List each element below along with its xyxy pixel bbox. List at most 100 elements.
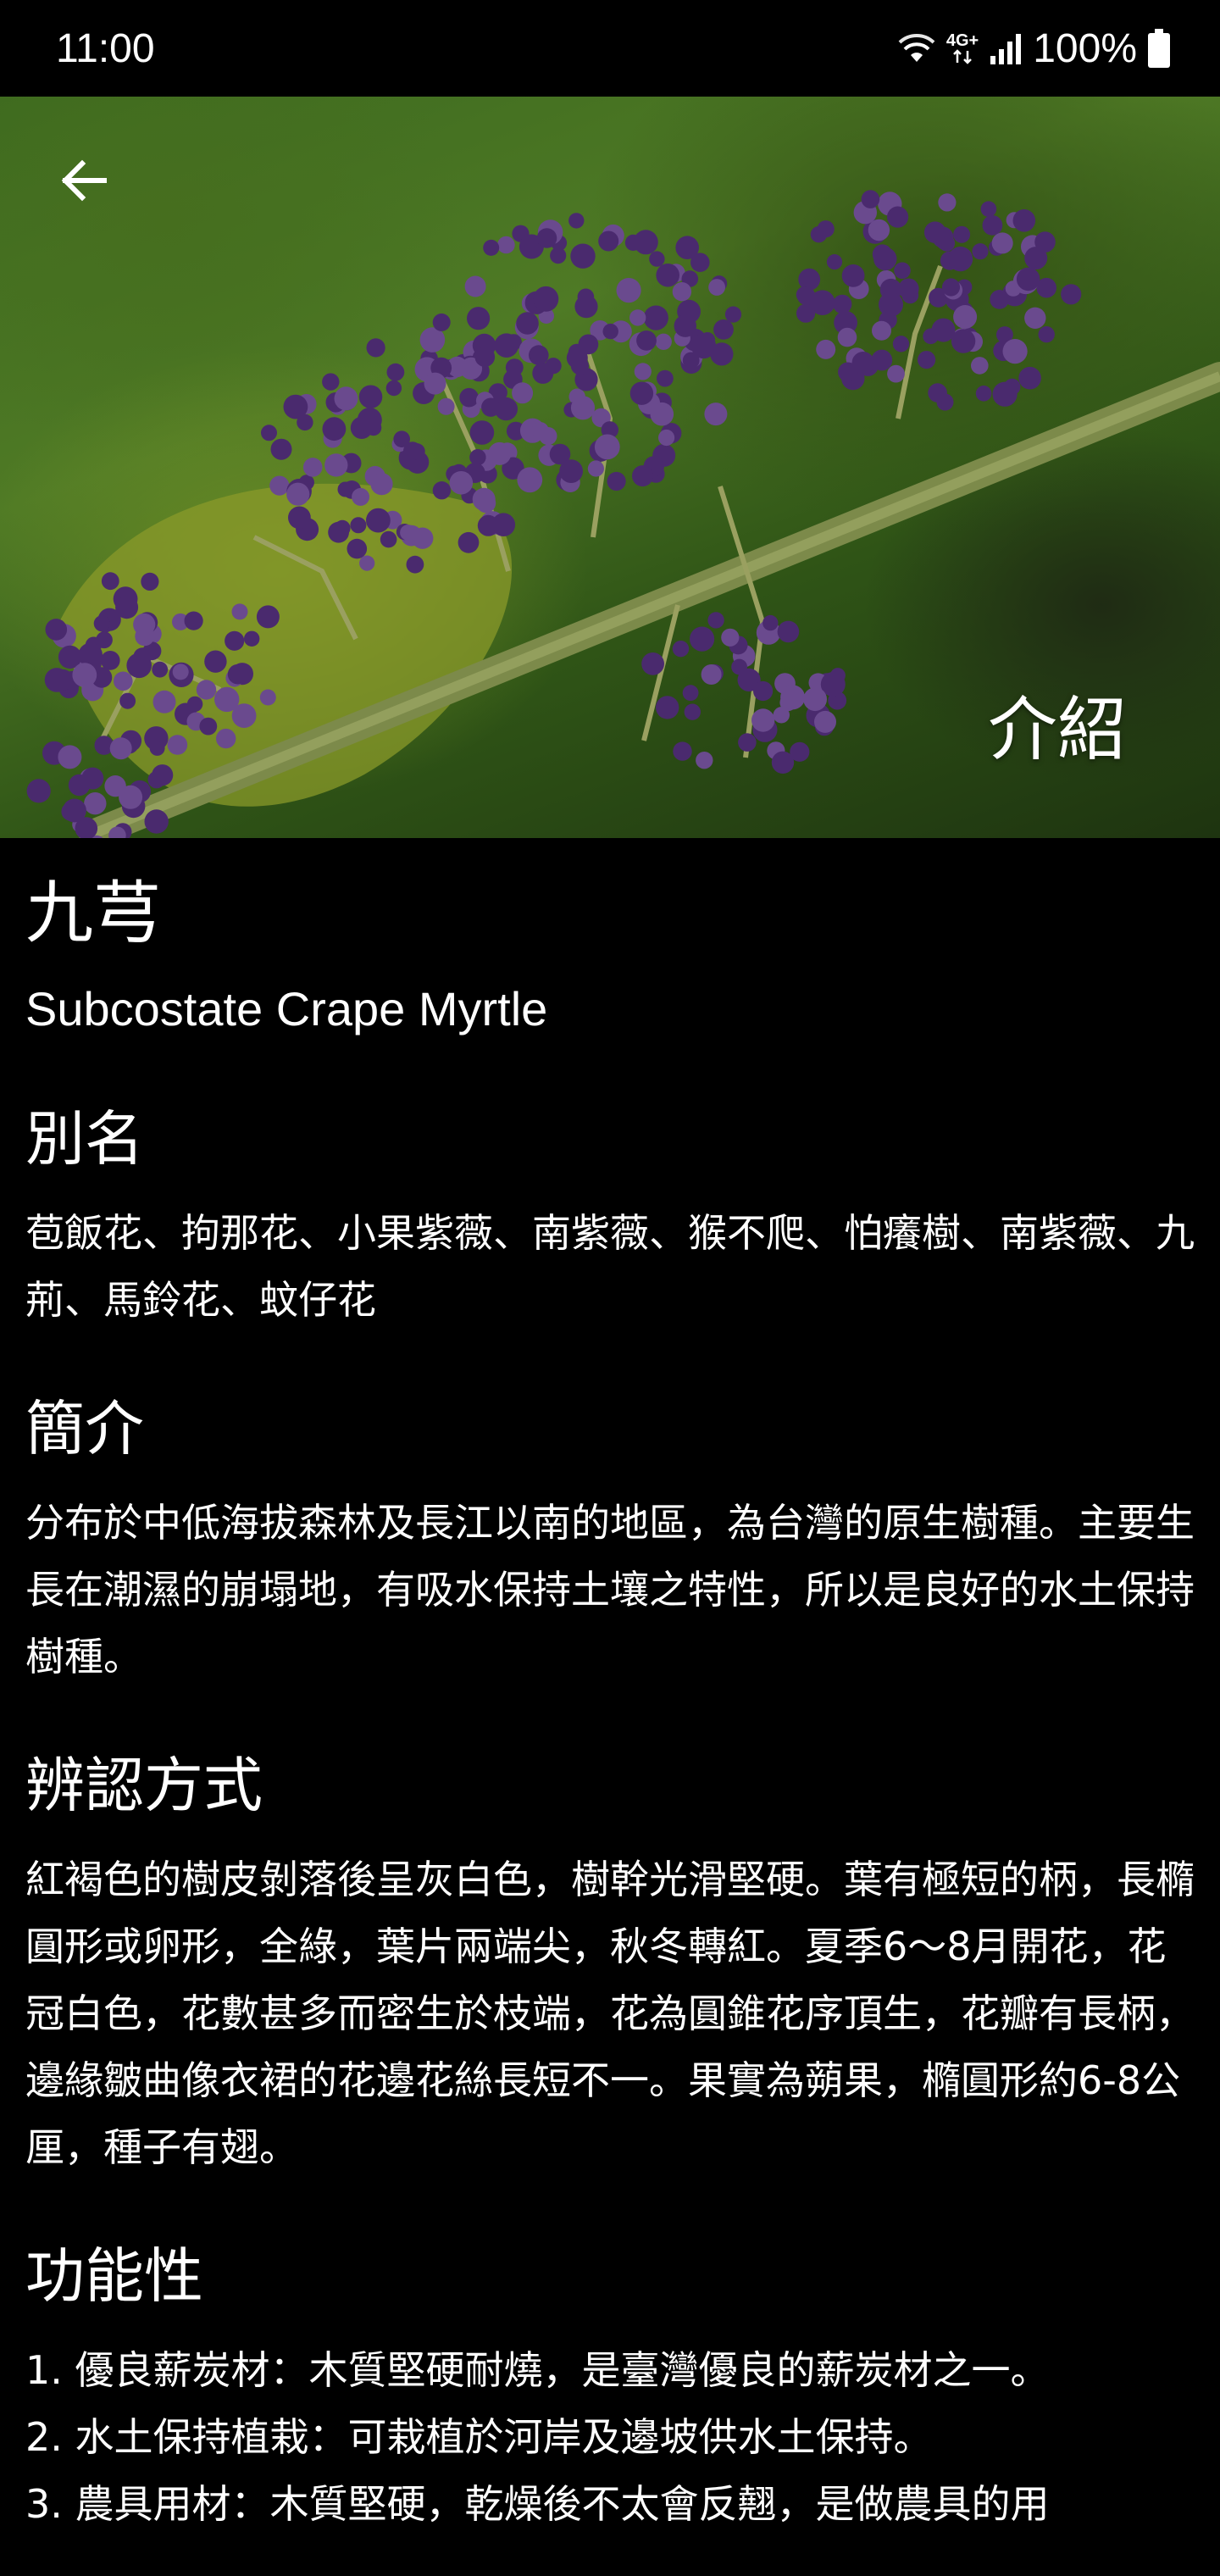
berry xyxy=(641,652,664,675)
berry xyxy=(459,387,479,408)
berry xyxy=(826,254,843,270)
berry xyxy=(225,630,245,651)
intro-title: 簡介 xyxy=(25,1394,144,1463)
berry xyxy=(366,338,385,358)
berry xyxy=(816,339,836,359)
berry xyxy=(841,264,865,287)
berry xyxy=(172,663,189,680)
arrow-left-icon xyxy=(61,159,107,202)
berry xyxy=(62,798,86,823)
berry xyxy=(72,663,97,687)
berry xyxy=(141,572,159,591)
berry xyxy=(861,190,880,208)
berry xyxy=(655,333,672,350)
wifi-icon xyxy=(898,34,935,62)
berry xyxy=(114,671,133,691)
berry xyxy=(633,230,658,255)
berry xyxy=(539,427,557,446)
berry xyxy=(658,429,675,447)
berry xyxy=(1061,284,1082,305)
berry xyxy=(629,381,654,405)
berry xyxy=(115,596,139,619)
berry xyxy=(458,531,480,553)
berry xyxy=(894,262,911,280)
berry xyxy=(196,680,217,700)
berry xyxy=(269,475,290,496)
berry xyxy=(948,247,973,272)
berry xyxy=(505,358,524,376)
berry xyxy=(704,402,728,426)
berry xyxy=(380,530,397,548)
berry xyxy=(216,728,236,749)
berry xyxy=(84,792,107,815)
berry xyxy=(1024,307,1046,329)
berry xyxy=(149,740,165,756)
berry xyxy=(632,465,653,487)
berry xyxy=(437,397,455,415)
berry xyxy=(721,628,740,647)
berry xyxy=(324,453,348,477)
berry xyxy=(144,809,169,834)
berry xyxy=(803,687,827,712)
berry xyxy=(602,323,618,340)
berry xyxy=(696,752,713,769)
berry xyxy=(256,605,280,629)
berry xyxy=(918,351,936,369)
berry xyxy=(488,441,512,465)
berry xyxy=(533,286,559,312)
berry xyxy=(231,703,257,728)
berry xyxy=(469,449,486,466)
berry xyxy=(1024,247,1048,270)
back-button[interactable] xyxy=(47,144,120,217)
function-item: 2. 水土保持植栽：可栽植於河岸及邊坡供水土保持。 xyxy=(25,2414,933,2460)
berry xyxy=(152,661,169,678)
identify-title: 辨認方式 xyxy=(25,1751,263,1820)
berry xyxy=(152,690,176,713)
berry xyxy=(980,201,997,217)
berry xyxy=(634,363,652,380)
berry xyxy=(227,663,248,685)
berry xyxy=(322,373,340,391)
berry xyxy=(992,381,1018,407)
berry xyxy=(771,751,795,774)
berry xyxy=(708,279,725,296)
signal-icon xyxy=(990,34,1022,64)
berry xyxy=(971,357,989,375)
berry xyxy=(574,295,598,319)
berry xyxy=(432,481,452,500)
page-title: 介紹 xyxy=(987,690,1127,770)
berry xyxy=(682,685,699,702)
network-indicator: 4G+ xyxy=(946,32,979,64)
berry xyxy=(288,506,311,530)
berry xyxy=(873,247,897,271)
berry xyxy=(777,620,800,643)
function-list: 1. 優良薪炭材：木質堅硬耐燒，是臺灣優良的薪炭材之一。 2. 水土保持植栽：可… xyxy=(25,2337,1203,2538)
berry xyxy=(738,733,757,752)
berry xyxy=(58,745,82,769)
berry xyxy=(481,397,501,417)
berry xyxy=(244,630,260,647)
berry xyxy=(494,333,519,358)
battery-icon xyxy=(1148,29,1170,68)
status-bar: 11:00 4G+ 100% xyxy=(0,0,1220,97)
berry xyxy=(898,278,919,299)
plant-english-name: Subcostate Crape Myrtle xyxy=(25,982,548,1035)
alias-body: 苞飯花、拘那花、小果紫薇、南紫薇、猴不爬、怕癢樹、南紫薇、九荊、馬鈴花、蚊仔花 xyxy=(25,1210,1195,1323)
berry xyxy=(684,703,701,720)
berry xyxy=(424,372,446,395)
berry xyxy=(483,239,500,256)
berry xyxy=(871,349,893,371)
berry xyxy=(991,232,1013,254)
berry xyxy=(636,330,657,351)
berry xyxy=(45,619,68,641)
berry xyxy=(731,658,747,675)
berry xyxy=(928,383,947,402)
berry xyxy=(753,680,774,702)
berry xyxy=(570,396,596,420)
plant-name: 九芎 xyxy=(25,874,161,952)
function-title: 功能性 xyxy=(25,2241,203,2311)
function-item: 1. 優良薪炭材：木質堅硬耐燒，是臺灣優良的薪炭材之一。 xyxy=(25,2347,1050,2393)
plant-detail-content: 九芎 Subcostate Crape Myrtle 別名 苞飯花、拘那花、小果… xyxy=(25,864,1203,2538)
berry xyxy=(357,408,382,432)
berry xyxy=(990,290,1010,309)
